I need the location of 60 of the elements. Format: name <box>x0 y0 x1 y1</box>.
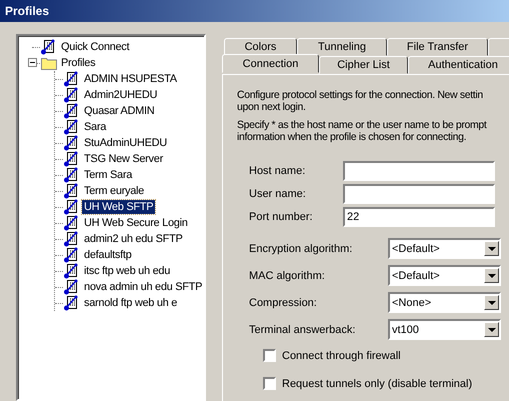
profile-icon <box>63 87 79 103</box>
tab[interactable]: File Transfer <box>387 38 488 56</box>
profile-icon <box>63 103 79 119</box>
profile-icon <box>63 295 79 311</box>
field-label: MAC algorithm: <box>249 270 326 282</box>
profile-item[interactable]: Quasar ADMIN <box>82 104 156 118</box>
profile-item[interactable]: StuAdminUHEDU <box>82 136 169 150</box>
profile-item[interactable]: nova admin uh edu SFTP <box>82 280 204 294</box>
profile-icon <box>63 135 79 151</box>
window-title: Profiles <box>5 4 50 18</box>
profile-icon <box>63 247 79 263</box>
profile-icon <box>63 167 79 183</box>
tab[interactable]: Tunneling <box>297 38 387 56</box>
profile-icon <box>63 151 79 167</box>
tab[interactable]: Connection <box>222 54 319 73</box>
profile-item[interactable]: Term euryale <box>82 184 146 198</box>
collapse-button[interactable] <box>28 58 37 67</box>
profile-item[interactable]: Term Sara <box>82 168 134 182</box>
profile-item[interactable]: Sara <box>82 120 108 134</box>
checkbox[interactable] <box>263 377 276 390</box>
profile-icon <box>63 199 79 215</box>
profile-item[interactable]: Quick Connect <box>59 40 132 54</box>
description-text: Specify * as the host name or the user name to be prompt information when the profile is chosen for connecting. <box>237 119 486 143</box>
profile-item[interactable]: sarnold ftp web uh e <box>82 296 180 310</box>
profile-icon <box>63 231 79 247</box>
input-field[interactable] <box>343 161 495 181</box>
field-label: Port number: <box>249 211 314 223</box>
profile-item[interactable]: itsc ftp web uh edu <box>82 264 172 278</box>
dropdown[interactable]: vt100 <box>388 319 501 340</box>
profile-item[interactable]: ADMIN HSUPESTA <box>82 72 179 86</box>
tab[interactable]: Authentication <box>408 56 509 74</box>
field-label: Compression: <box>249 296 318 308</box>
profile-item[interactable]: UH Web SFTP <box>82 200 156 214</box>
dropdown[interactable]: <None> <box>388 292 501 313</box>
input-field[interactable] <box>343 184 495 204</box>
dropdown[interactable]: <Default> <box>388 265 501 286</box>
tab[interactable]: Cipher List <box>319 56 408 74</box>
profile-icon <box>40 39 56 55</box>
field-label: User name: <box>249 188 307 200</box>
profile-icon <box>63 183 79 199</box>
profile-item[interactable]: UH Web Secure Login <box>82 216 190 230</box>
profile-item[interactable]: admin2 uh edu SFTP <box>82 232 185 246</box>
profile-item[interactable]: defaultsftp <box>82 248 134 262</box>
description-text: Configure protocol settings for the connection. New settin upon next login. <box>237 89 483 113</box>
field-label: Encryption algorithm: <box>249 242 354 254</box>
input-field[interactable]: 22 <box>343 207 495 227</box>
dropdown[interactable]: <Default> <box>388 238 501 259</box>
profile-icon <box>63 71 79 87</box>
field-label: Host name: <box>249 165 306 177</box>
checkbox-label: Request tunnels only (disable terminal) <box>282 378 472 390</box>
checkbox-label: Connect through firewall <box>282 350 401 362</box>
checkbox[interactable] <box>263 349 276 362</box>
profile-icon <box>63 263 79 279</box>
field-label: Terminal answerback: <box>249 324 356 336</box>
profile-icon <box>63 279 79 295</box>
profile-item[interactable]: TSG New Server <box>82 152 165 166</box>
profile-icon <box>63 119 79 135</box>
folder-item[interactable]: Profiles <box>59 56 98 70</box>
profile-item[interactable]: Admin2UHEDU <box>82 88 160 102</box>
profile-icon <box>63 215 79 231</box>
